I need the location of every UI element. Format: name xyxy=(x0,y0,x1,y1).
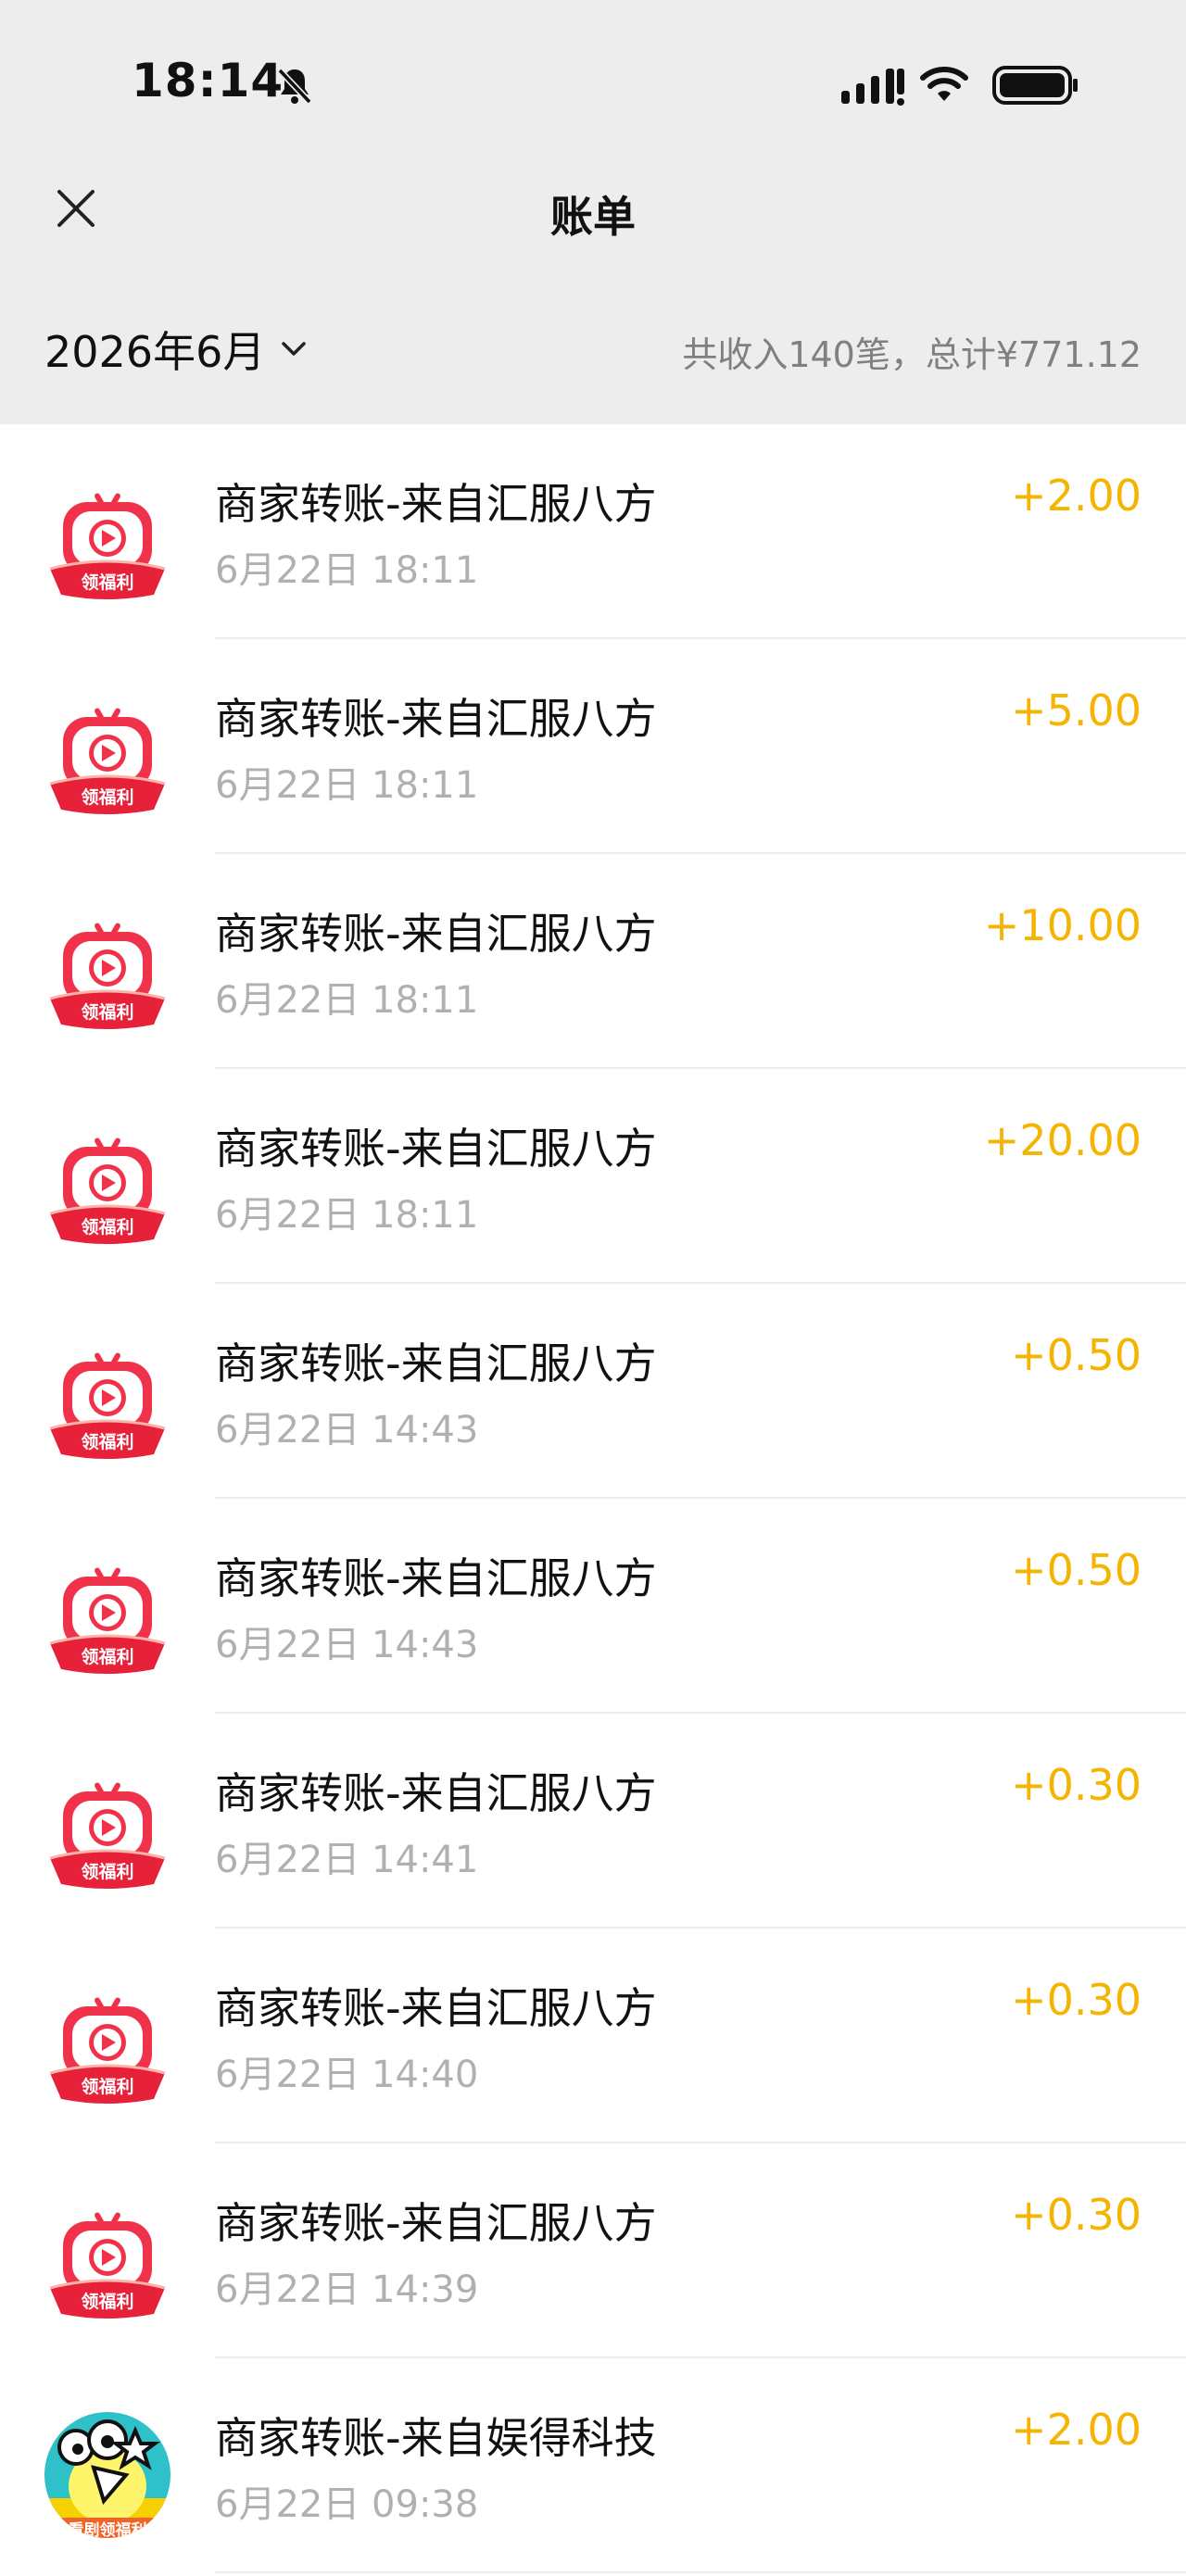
cartoon-bird-avatar: 看剧领福利 xyxy=(44,2412,170,2540)
transaction-title: 商家转账-来自汇服八方 xyxy=(215,1124,657,1174)
badge-label: 领福利 xyxy=(81,786,133,808)
transaction-row[interactable]: 领福利 商家转账-来自汇服八方 6月22日 14:40 +0.30 xyxy=(0,1929,1186,2143)
status-time: 18:14 xyxy=(132,54,284,107)
transaction-title: 商家转账-来自汇服八方 xyxy=(215,1983,657,2033)
transaction-amount: +2.00 xyxy=(1011,2405,1142,2455)
transaction-row[interactable]: 领福利 商家转账-来自汇服八方 6月22日 14:43 +0.50 xyxy=(0,1284,1186,1499)
merchant-app-icon: 领福利 xyxy=(49,2212,166,2318)
transaction-title: 商家转账-来自汇服八方 xyxy=(215,2198,657,2248)
bell-slash-icon xyxy=(277,68,312,105)
transaction-datetime: 6月22日 14:39 xyxy=(215,2268,479,2311)
transaction-datetime: 6月22日 09:38 xyxy=(215,2483,479,2526)
transaction-title: 商家转账-来自娱得科技 xyxy=(215,2413,657,2463)
badge-label: 看剧领福利 xyxy=(68,2520,147,2540)
transaction-datetime: 6月22日 18:11 xyxy=(215,979,479,1022)
transaction-row[interactable]: 领福利 商家转账-来自汇服八方 6月22日 18:11 +2.00 xyxy=(0,424,1186,639)
transaction-amount: +0.30 xyxy=(1011,2190,1142,2240)
transaction-datetime: 6月22日 14:43 xyxy=(215,1409,479,1451)
transaction-title: 商家转账-来自汇服八方 xyxy=(215,1768,657,1818)
transaction-datetime: 6月22日 18:11 xyxy=(215,1194,479,1237)
merchant-app-icon: 领福利 xyxy=(49,1782,166,1889)
transaction-title: 商家转账-来自汇服八方 xyxy=(215,1553,657,1603)
transaction-amount: +0.30 xyxy=(1011,1760,1142,1810)
transaction-row[interactable]: 领福利 商家转账-来自汇服八方 6月22日 18:11 +5.00 xyxy=(0,639,1186,854)
transaction-title: 商家转账-来自汇服八方 xyxy=(215,694,657,744)
transaction-amount: +10.00 xyxy=(983,900,1142,950)
transaction-amount: +0.50 xyxy=(1011,1545,1142,1595)
transaction-datetime: 6月22日 18:11 xyxy=(215,549,479,592)
transaction-datetime: 6月22日 14:41 xyxy=(215,1839,479,1881)
badge-label: 领福利 xyxy=(81,1431,133,1452)
merchant-app-icon: 领福利 xyxy=(49,708,166,814)
transaction-amount: +20.00 xyxy=(983,1115,1142,1165)
transaction-row[interactable]: 领福利 商家转账-来自汇服八方 6月22日 18:11 +20.00 xyxy=(0,1069,1186,1284)
badge-label: 领福利 xyxy=(81,1646,133,1667)
transaction-title: 商家转账-来自汇服八方 xyxy=(215,909,657,959)
transaction-row[interactable]: 领福利 商家转账-来自汇服八方 6月22日 14:39 +0.30 xyxy=(0,2143,1186,2358)
merchant-app-icon: 领福利 xyxy=(49,1137,166,1244)
transaction-datetime: 6月22日 14:43 xyxy=(215,1624,479,1666)
merchant-app-icon: 领福利 xyxy=(49,1352,166,1459)
transaction-datetime: 6月22日 18:11 xyxy=(215,764,479,807)
transaction-amount: +5.00 xyxy=(1011,685,1142,735)
row-divider xyxy=(215,2571,1186,2573)
badge-label: 领福利 xyxy=(81,1001,133,1023)
cellular-signal-icon xyxy=(841,69,904,106)
merchant-app-icon: 领福利 xyxy=(49,1997,166,2104)
transaction-list: 领福利 商家转账-来自汇服八方 6月22日 18:11 +2.00 领福利 商家… xyxy=(0,424,1186,2576)
transaction-title: 商家转账-来自汇服八方 xyxy=(215,479,657,529)
badge-label: 领福利 xyxy=(81,2076,133,2097)
nav-bar: 账单 xyxy=(0,157,1186,272)
transaction-row[interactable]: 领福利 商家转账-来自汇服八方 6月22日 14:43 +0.50 xyxy=(0,1499,1186,1714)
month-picker[interactable]: 2026年6月 xyxy=(44,319,309,380)
transaction-title: 商家转账-来自汇服八方 xyxy=(215,1338,657,1389)
merchant-app-icon: 领福利 xyxy=(49,493,166,599)
wifi-icon xyxy=(920,67,968,101)
status-bar: 18:14 xyxy=(0,0,1186,157)
battery-icon xyxy=(992,66,1078,105)
month-label: 2026年6月 xyxy=(44,327,266,377)
income-summary: 共收入140笔，总计¥771.12 xyxy=(682,334,1142,375)
badge-label: 领福利 xyxy=(81,2291,133,2312)
transaction-row[interactable]: 领福利 商家转账-来自汇服八方 6月22日 14:41 +0.30 xyxy=(0,1714,1186,1929)
transaction-row[interactable]: 领福利 商家转账-来自汇服八方 6月22日 18:11 +10.00 xyxy=(0,854,1186,1069)
merchant-app-icon: 领福利 xyxy=(49,1567,166,1674)
transaction-amount: +2.00 xyxy=(1011,471,1142,521)
transaction-amount: +0.30 xyxy=(1011,1975,1142,2025)
transaction-row[interactable]: 看剧领福利 商家转账-来自娱得科技 6月22日 09:38 +2.00 xyxy=(0,2358,1186,2573)
badge-label: 领福利 xyxy=(81,572,133,593)
badge-label: 领福利 xyxy=(81,1216,133,1238)
badge-label: 领福利 xyxy=(81,1861,133,1882)
transaction-amount: +0.50 xyxy=(1011,1330,1142,1380)
page-title: 账单 xyxy=(550,192,636,242)
merchant-app-icon: 领福利 xyxy=(49,923,166,1029)
transaction-datetime: 6月22日 14:40 xyxy=(215,2054,479,2096)
chevron-down-icon xyxy=(282,342,307,356)
filter-bar: 2026年6月 共收入140笔，总计¥771.12 xyxy=(0,270,1186,424)
